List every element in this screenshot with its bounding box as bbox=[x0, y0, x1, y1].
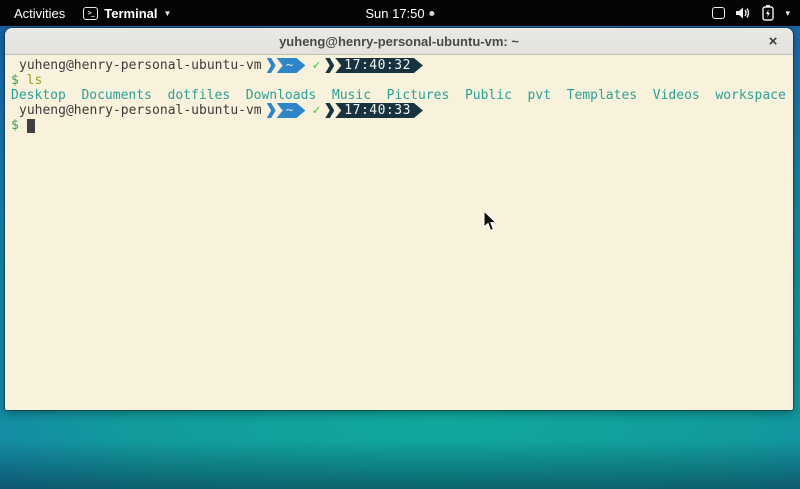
notification-dot-icon bbox=[430, 11, 435, 16]
top-bar: Activities >_ Terminal ▼ Sun 17:50 bbox=[0, 0, 800, 26]
directory-name: Desktop bbox=[11, 88, 66, 103]
app-menu-label: Terminal bbox=[104, 6, 157, 21]
prompt-time: 17:40:32 bbox=[335, 58, 423, 73]
terminal-window: yuheng@henry-personal-ubuntu-vm: ~ × yuh… bbox=[5, 28, 793, 410]
prompt-line: yuheng@henry-personal-ubuntu-vm ~ ✓ 17:4… bbox=[11, 58, 793, 73]
system-tray[interactable]: ▾ bbox=[712, 0, 794, 26]
activities-button[interactable]: Activities bbox=[10, 4, 69, 23]
text-cursor bbox=[27, 119, 35, 133]
clock-button[interactable]: Sun 17:50 bbox=[365, 0, 434, 26]
prompt-path: ~ bbox=[277, 58, 306, 73]
directory-name: Public bbox=[465, 88, 512, 103]
close-button[interactable]: × bbox=[763, 31, 783, 51]
directory-name: Templates bbox=[567, 88, 637, 103]
prompt-path-segment: ~ bbox=[267, 103, 306, 118]
powerline-chevron-icon bbox=[267, 103, 276, 118]
terminal-icon: >_ bbox=[83, 7, 98, 20]
status-check-icon: ✓ bbox=[312, 58, 320, 73]
window-title: yuheng@henry-personal-ubuntu-vm: ~ bbox=[279, 34, 519, 49]
prompt-line: yuheng@henry-personal-ubuntu-vm ~ ✓ 17:4… bbox=[11, 103, 793, 118]
command-text: ls bbox=[27, 73, 43, 88]
mouse-pointer-icon bbox=[483, 211, 497, 232]
prompt-path: ~ bbox=[277, 103, 306, 118]
chevron-down-icon: ▼ bbox=[164, 9, 172, 18]
prompt-time: 17:40:33 bbox=[335, 103, 423, 118]
terminal-screen[interactable]: yuheng@henry-personal-ubuntu-vm ~ ✓ 17:4… bbox=[5, 55, 793, 410]
directory-name: dotfiles bbox=[168, 88, 231, 103]
prompt-symbol: $ bbox=[11, 118, 19, 133]
prompt-path-segment: ~ bbox=[267, 58, 306, 73]
desktop: Activities >_ Terminal ▼ Sun 17:50 bbox=[0, 0, 800, 489]
directory-name: pvt bbox=[528, 88, 551, 103]
prompt-time-segment: 17:40:33 bbox=[325, 103, 423, 118]
prompt-symbol: $ bbox=[11, 73, 19, 88]
clock-label: Sun 17:50 bbox=[365, 6, 424, 21]
display-icon bbox=[712, 7, 725, 19]
directory-name: workspace bbox=[715, 88, 785, 103]
powerline-chevron-icon bbox=[325, 103, 334, 118]
volume-icon bbox=[736, 6, 751, 20]
battery-charging-icon bbox=[762, 5, 774, 21]
app-menu-terminal[interactable]: >_ Terminal ▼ bbox=[83, 6, 171, 21]
powerline-chevron-icon bbox=[325, 58, 334, 73]
directory-name: Downloads bbox=[246, 88, 316, 103]
input-line[interactable]: $ bbox=[11, 118, 793, 133]
prompt-user-host: yuheng@henry-personal-ubuntu-vm bbox=[19, 103, 262, 118]
prompt-time-segment: 17:40:32 bbox=[325, 58, 423, 73]
window-titlebar[interactable]: yuheng@henry-personal-ubuntu-vm: ~ × bbox=[5, 28, 793, 55]
directory-name: Videos bbox=[653, 88, 700, 103]
directory-name: Pictures bbox=[387, 88, 450, 103]
prompt-user-host: yuheng@henry-personal-ubuntu-vm bbox=[19, 58, 262, 73]
ls-output: Desktop Documents dotfiles Downloads Music Pi… bbox=[11, 88, 793, 103]
command-line: $ ls bbox=[11, 73, 793, 88]
powerline-chevron-icon bbox=[267, 58, 276, 73]
tray-chevron-icon: ▾ bbox=[785, 8, 790, 19]
directory-name: Documents bbox=[81, 88, 151, 103]
status-check-icon: ✓ bbox=[312, 103, 320, 118]
directory-name: Music bbox=[332, 88, 371, 103]
